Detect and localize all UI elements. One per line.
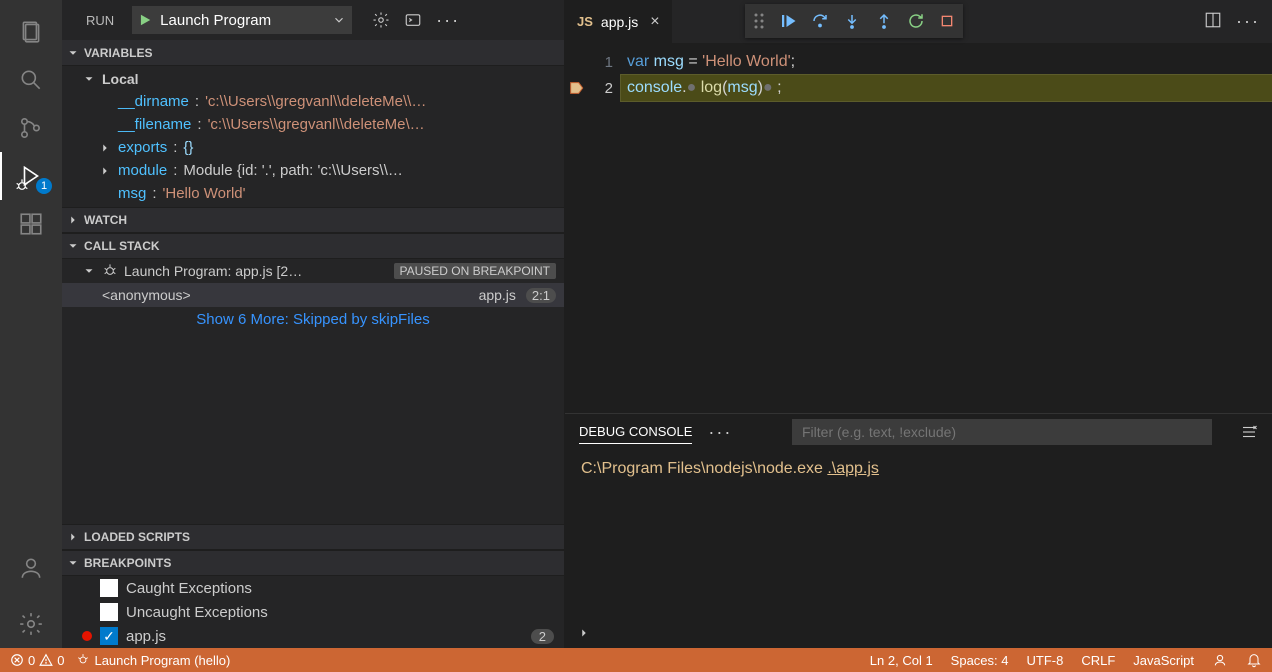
gear-icon[interactable] <box>372 11 390 29</box>
editor-tab[interactable]: JS app.js × <box>565 0 673 43</box>
checkbox[interactable] <box>100 603 118 621</box>
sidebar-header: RUN Launch Program ··· <box>62 0 564 40</box>
variables-body: Local __dirname: 'c:\\Users\\gregvanl\\d… <box>62 66 564 207</box>
editor-area: JS app.js × ··· 12 var msg = 'Hello Worl… <box>565 0 1272 648</box>
watch-section-header[interactable]: WATCH <box>62 207 564 233</box>
status-eol[interactable]: CRLF <box>1081 653 1115 668</box>
variable-row[interactable]: __dirname: 'c:\\Users\\gregvanl\\deleteM… <box>62 90 564 113</box>
breakpoint-row[interactable]: Uncaught Exceptions <box>62 600 564 624</box>
breakpoint-dot-icon <box>82 631 92 641</box>
activity-run-debug[interactable]: 1 <box>0 152 62 200</box>
status-cursor[interactable]: Ln 2, Col 1 <box>870 653 933 668</box>
console-output: C:\Program Files\nodejs\node.exe .\app.j… <box>565 450 1272 618</box>
continue-button[interactable] <box>779 12 797 30</box>
status-language[interactable]: JavaScript <box>1133 653 1194 668</box>
play-icon <box>138 13 152 27</box>
status-spaces[interactable]: Spaces: 4 <box>951 653 1009 668</box>
console-input-prompt[interactable] <box>565 618 1272 648</box>
status-bar: 0 0 Launch Program (hello) Ln 2, Col 1 S… <box>0 648 1272 672</box>
callstack-body: Launch Program: app.js [2… PAUSED ON BRE… <box>62 259 564 332</box>
code-editor[interactable]: 12 var msg = 'Hello World';console.● log… <box>565 43 1272 413</box>
ellipsis-icon[interactable]: ··· <box>1236 11 1260 32</box>
clear-console-icon[interactable] <box>1240 423 1258 441</box>
status-errors[interactable]: 0 0 <box>10 653 64 668</box>
status-bell-icon[interactable] <box>1246 652 1262 668</box>
split-editor-icon[interactable] <box>1204 11 1222 32</box>
ellipsis-icon[interactable]: ··· <box>436 10 460 31</box>
filter-input[interactable] <box>792 419 1212 445</box>
run-sidebar: RUN Launch Program ··· VARIABLES <box>62 0 565 648</box>
callstack-status: PAUSED ON BREAKPOINT <box>394 263 556 279</box>
tab-filename: app.js <box>601 14 638 30</box>
loaded-scripts-section-header[interactable]: LOADED SCRIPTS <box>62 524 564 550</box>
step-over-button[interactable] <box>811 12 829 30</box>
grip-icon[interactable] <box>753 12 765 30</box>
activity-extensions[interactable] <box>0 200 62 248</box>
variable-row[interactable]: msg: 'Hello World' <box>62 182 564 205</box>
activity-bar: 1 <box>0 0 62 648</box>
callstack-thread[interactable]: Launch Program: app.js [2… PAUSED ON BRE… <box>62 259 564 283</box>
debug-console-icon[interactable] <box>404 11 422 29</box>
launch-config-select[interactable]: Launch Program <box>132 6 352 34</box>
breakpoint-current-icon[interactable] <box>568 80 584 96</box>
debug-console-panel: DEBUG CONSOLE ··· C:\Program Files\nodej… <box>565 413 1272 648</box>
breakpoint-row[interactable]: Caught Exceptions <box>62 576 564 600</box>
ellipsis-icon[interactable]: ··· <box>708 422 732 443</box>
sidebar-title: RUN <box>86 13 114 28</box>
variable-row[interactable]: exports: {} <box>62 136 564 159</box>
console-file-link[interactable]: .\app.js <box>827 460 879 477</box>
variables-section-header[interactable]: VARIABLES <box>62 40 564 66</box>
debug-badge: 1 <box>36 178 52 194</box>
callstack-section-header[interactable]: CALL STACK <box>62 233 564 259</box>
breakpoint-row[interactable]: ✓app.js2 <box>62 624 564 648</box>
variable-row[interactable]: module: Module {id: '.', path: 'c:\\User… <box>62 159 564 182</box>
status-encoding[interactable]: UTF-8 <box>1027 653 1064 668</box>
status-feedback-icon[interactable] <box>1212 652 1228 668</box>
activity-search[interactable] <box>0 56 62 104</box>
variable-row[interactable]: __filename: 'c:\\Users\\gregvanl\\delete… <box>62 113 564 136</box>
breakpoints-body: Caught ExceptionsUncaught Exceptions✓app… <box>62 576 564 648</box>
activity-explorer[interactable] <box>0 8 62 56</box>
callstack-show-more[interactable]: Show 6 More: Skipped by skipFiles <box>62 307 564 332</box>
step-into-button[interactable] <box>843 12 861 30</box>
debug-console-tab[interactable]: DEBUG CONSOLE <box>579 420 692 444</box>
activity-settings[interactable] <box>0 600 62 648</box>
launch-config-name: Launch Program <box>160 12 271 29</box>
chevron-down-icon <box>332 13 346 27</box>
step-out-button[interactable] <box>875 12 893 30</box>
callstack-frame[interactable]: <anonymous> app.js 2:1 <box>62 283 564 307</box>
checkbox[interactable] <box>100 579 118 597</box>
checkbox[interactable]: ✓ <box>100 627 118 645</box>
restart-button[interactable] <box>907 12 925 30</box>
close-icon[interactable]: × <box>650 13 659 31</box>
activity-accounts[interactable] <box>0 544 62 592</box>
debug-toolbar <box>745 4 963 38</box>
js-file-icon: JS <box>577 14 593 29</box>
bug-icon <box>102 263 118 279</box>
status-debug-target[interactable]: Launch Program (hello) <box>76 653 230 668</box>
stop-button[interactable] <box>939 13 955 29</box>
activity-scm[interactable] <box>0 104 62 152</box>
variable-scope[interactable]: Local <box>62 68 564 90</box>
breakpoints-section-header[interactable]: BREAKPOINTS <box>62 550 564 576</box>
